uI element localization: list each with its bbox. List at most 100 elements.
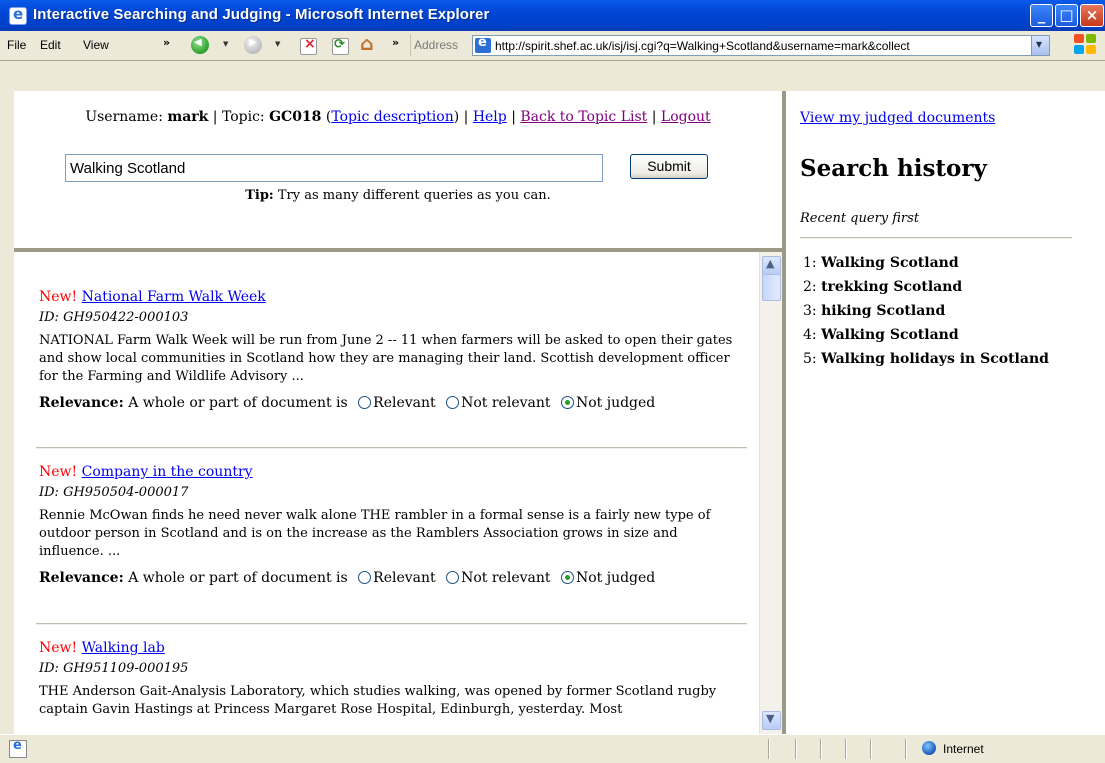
user-info-line: Username: mark | Topic: GC018 (Topic des… [14, 109, 782, 125]
page-status-icon [9, 738, 27, 758]
back-dropdown-icon[interactable]: ▼ [223, 40, 228, 48]
minimize-button[interactable]: _ [1030, 4, 1053, 27]
close-button[interactable]: × [1080, 4, 1104, 27]
relevant-option-label[interactable]: Relevant [373, 570, 436, 586]
new-badge: New! [39, 289, 78, 305]
maximize-icon: □ [1059, 6, 1074, 24]
history-number: 4: [803, 327, 817, 343]
forward-icon[interactable] [244, 36, 262, 54]
username-label: Username: [85, 109, 163, 125]
back-icon[interactable] [191, 36, 209, 54]
not-judged-option-label[interactable]: Not judged [576, 395, 655, 411]
pipe-separator: | [651, 109, 657, 125]
not-relevant-radio[interactable] [446, 396, 460, 409]
windows-logo-icon [1074, 34, 1098, 56]
logout-link[interactable]: Logout [661, 109, 711, 125]
results-scrollbar[interactable] [759, 252, 783, 734]
back-to-topic-list-link[interactable]: Back to Topic List [520, 109, 647, 125]
result-item: New! National Farm Walk Week ID: GH95042… [39, 288, 739, 412]
history-item[interactable]: 3: hiking Scotland [803, 303, 1049, 327]
history-item[interactable]: 5: Walking holidays in Scotland [803, 351, 1049, 375]
status-divider [795, 739, 797, 759]
relevant-option-label[interactable]: Relevant [373, 395, 436, 411]
scroll-down-icon[interactable] [762, 711, 781, 730]
help-link[interactable]: Help [473, 109, 507, 125]
home-icon[interactable] [360, 33, 378, 55]
relevance-row: Relevance: A whole or part of document i… [39, 394, 739, 412]
scroll-thumb[interactable] [762, 274, 781, 301]
not-relevant-option-label[interactable]: Not relevant [461, 570, 550, 586]
security-zone-label: Internet [943, 742, 984, 756]
menu-view[interactable]: View [83, 38, 109, 52]
minimize-icon: _ [1037, 6, 1046, 24]
result-title-link[interactable]: Company in the country [82, 464, 253, 480]
menu-overflow-chevron-icon[interactable]: » [163, 36, 170, 49]
history-item[interactable]: 2: trekking Scotland [803, 279, 1049, 303]
view-judged-documents-link[interactable]: View my judged documents [800, 110, 995, 126]
history-query[interactable]: Walking holidays in Scotland [821, 351, 1049, 367]
pipe-separator: | [463, 109, 469, 125]
result-snippet: THE Anderson Gait-Analysis Laboratory, w… [39, 684, 717, 717]
result-item: New! Walking lab ID: GH951109-000195 THE… [39, 639, 739, 719]
result-head: New! National Farm Walk Week [39, 288, 739, 306]
stop-icon[interactable] [300, 36, 317, 55]
toolbar-divider [410, 34, 411, 56]
history-item[interactable]: 1: Walking Scotland [803, 255, 1049, 279]
result-item: New! Company in the country ID: GH950504… [39, 463, 739, 587]
topic-id: GC018 [269, 109, 322, 125]
history-divider [800, 237, 1072, 239]
search-history-title: Search history [800, 155, 987, 182]
relevance-row: Relevance: A whole or part of document i… [39, 569, 739, 587]
not-relevant-option-label[interactable]: Not relevant [461, 395, 550, 411]
new-badge: New! [39, 464, 78, 480]
relevance-label: Relevance: [39, 395, 124, 411]
query-input[interactable] [65, 154, 603, 182]
tip-text: Try as many different queries as you can… [277, 188, 551, 203]
toolbar-overflow-chevron-icon[interactable]: » [392, 36, 399, 49]
result-title-link[interactable]: Walking lab [82, 640, 165, 656]
maximize-button[interactable]: □ [1055, 4, 1078, 27]
address-dropdown-icon[interactable] [1031, 36, 1049, 55]
status-bar: Internet [0, 734, 1105, 763]
document-id: ID: GH950504-000017 [39, 485, 189, 500]
window-title-bar[interactable]: Interactive Searching and Judging - Micr… [0, 0, 1105, 31]
history-query[interactable]: Walking Scotland [821, 327, 959, 343]
history-number: 5: [803, 351, 817, 367]
history-number: 1: [803, 255, 817, 271]
search-frame: Username: mark | Topic: GC018 (Topic des… [14, 91, 782, 248]
address-url[interactable]: http://spirit.shef.ac.uk/isj/isj.cgi?q=W… [495, 39, 1025, 53]
not-relevant-radio[interactable] [446, 571, 460, 584]
history-number: 3: [803, 303, 817, 319]
document-id: ID: GH950422-000103 [39, 310, 189, 325]
refresh-icon[interactable] [332, 37, 349, 55]
not-judged-radio[interactable] [560, 396, 574, 409]
result-title-link[interactable]: National Farm Walk Week [82, 289, 266, 305]
not-judged-radio[interactable] [560, 571, 574, 584]
document-id: ID: GH951109-000195 [39, 661, 189, 676]
history-item[interactable]: 4: Walking Scotland [803, 327, 1049, 351]
history-number: 2: [803, 279, 817, 295]
history-query[interactable]: hiking Scotland [821, 303, 945, 319]
relevance-label: Relevance: [39, 570, 124, 586]
pipe-separator: | [511, 109, 516, 125]
search-history-list: 1: Walking Scotland 2: trekking Scotland… [803, 255, 1049, 375]
history-query[interactable]: trekking Scotland [821, 279, 962, 295]
relevant-radio[interactable] [358, 571, 372, 584]
username: mark [167, 109, 209, 125]
result-snippet: NATIONAL Farm Walk Week will be run from… [39, 333, 733, 384]
scroll-up-icon[interactable] [762, 256, 781, 275]
new-badge: New! [39, 640, 78, 656]
menu-edit[interactable]: Edit [40, 38, 61, 52]
result-divider [36, 447, 747, 449]
menu-file[interactable]: File [7, 38, 26, 52]
tip-line: Tip: Try as many different queries as yo… [14, 188, 782, 203]
submit-button[interactable]: Submit [630, 154, 708, 179]
history-query[interactable]: Walking Scotland [821, 255, 959, 271]
address-bar[interactable]: http://spirit.shef.ac.uk/isj/isj.cgi?q=W… [472, 35, 1050, 56]
status-divider [768, 739, 770, 759]
window-title: Interactive Searching and Judging - Micr… [33, 6, 490, 23]
topic-description-link[interactable]: Topic description [331, 109, 453, 125]
relevant-radio[interactable] [358, 396, 372, 409]
not-judged-option-label[interactable]: Not judged [576, 570, 655, 586]
forward-dropdown-icon[interactable]: ▼ [275, 40, 280, 48]
